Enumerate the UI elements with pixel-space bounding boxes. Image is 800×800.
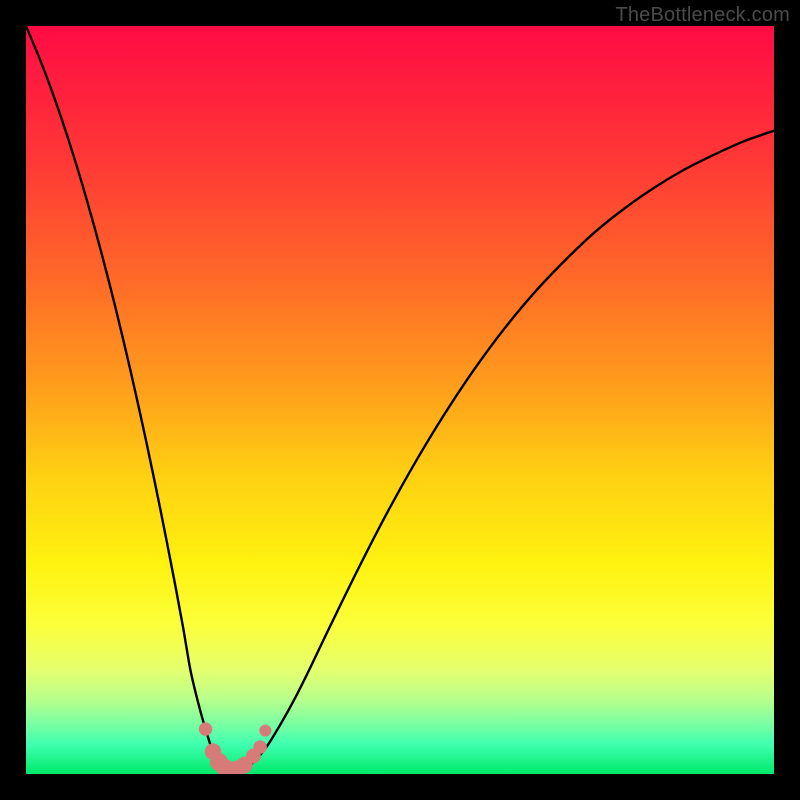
curve-layer <box>26 26 774 774</box>
plot-area <box>26 26 774 774</box>
curve-marker <box>253 740 266 753</box>
curve-marker <box>199 722 212 735</box>
attribution-label: TheBottleneck.com <box>615 4 790 27</box>
bottleneck-curve <box>26 26 774 771</box>
curve-marker <box>259 725 271 737</box>
chart-frame: TheBottleneck.com <box>0 0 800 800</box>
curve-markers <box>199 722 272 774</box>
